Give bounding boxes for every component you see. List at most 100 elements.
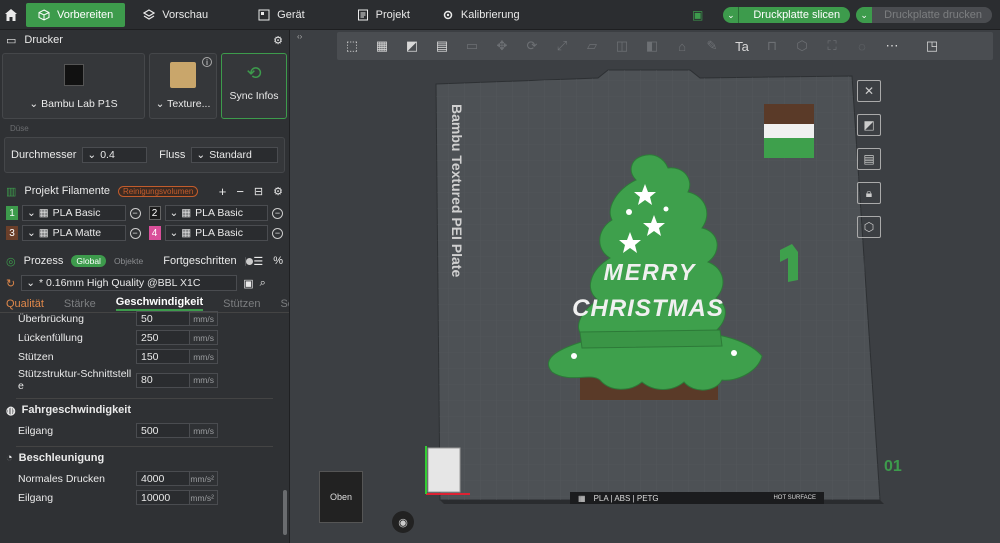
filament-number[interactable]: 3 [6, 226, 18, 240]
plate-layout-icon[interactable]: ▣ [692, 8, 703, 22]
remove-circle-icon[interactable]: − [129, 207, 141, 219]
scale-icon[interactable]: ⤢ [551, 36, 573, 56]
remove-circle-icon[interactable]: − [272, 207, 283, 219]
param-input[interactable]: 50 [136, 311, 190, 326]
tab-projekt[interactable]: Projekt [345, 3, 422, 27]
flag-object [764, 104, 814, 124]
variable-layer-icon[interactable]: ⛶ [821, 36, 843, 56]
camera-button[interactable]: ◉ [392, 511, 414, 533]
chevron-down-icon[interactable]: ⌄ [723, 7, 740, 23]
filament-select[interactable]: ⌄ ▦ PLA Basic [164, 225, 268, 241]
view-cube[interactable]: Oben [319, 471, 363, 523]
arrange-icon[interactable]: ▤ [431, 36, 453, 56]
tab-stuetzen[interactable]: Stützen [223, 298, 260, 310]
filament-select[interactable]: ⌄ ▦ PLA Basic [164, 205, 268, 221]
printer-section-header: ▭ Drucker ⚙ [0, 30, 289, 50]
param-unit: mm/s [190, 423, 218, 438]
print-button[interactable]: ⌄ Druckplatte drucken [856, 7, 992, 23]
tab-sonstige[interactable]: Sonstige [280, 298, 289, 310]
filament-number[interactable]: 2 [148, 206, 161, 220]
support-paint-icon[interactable]: ⌂ [671, 36, 693, 56]
tab-vorbereiten[interactable]: Vorbereiten [26, 2, 126, 27]
cube-icon [38, 8, 50, 21]
plate-settings-icon[interactable]: ⬡ [857, 216, 881, 238]
settings-icon[interactable]: ⚙ [273, 34, 283, 47]
purge-volume-badge[interactable]: Reinigungsvolumen [118, 185, 199, 197]
param-input[interactable]: 500 [136, 423, 190, 438]
plate-number[interactable]: 01 [884, 458, 902, 476]
rotate-icon[interactable]: ⟳ [521, 36, 543, 56]
chevron-down-icon[interactable]: ⌄ [856, 7, 873, 23]
profile-select[interactable]: ⌄ * 0.16mm High Quality @BBL X1C [21, 275, 238, 291]
param-input[interactable]: 4000 [136, 471, 190, 486]
save-icon[interactable]: ▣ [243, 277, 253, 290]
tab-staerke[interactable]: Stärke [64, 298, 96, 310]
filament-item: 3 ⌄ ▦ PLA Matte − [6, 225, 141, 241]
filament-number[interactable]: 4 [148, 226, 161, 240]
sync-icon: ⟲ [246, 62, 262, 83]
flow-select[interactable]: ⌄ Standard [191, 147, 278, 163]
text-icon[interactable]: Ta [731, 36, 753, 56]
search-icon[interactable]: ⌕ [260, 277, 266, 290]
cut-icon[interactable]: ◫ [611, 36, 633, 56]
plate-name: ⌄ Texture... [155, 98, 211, 110]
tab-geschwindigkeit[interactable]: Geschwindigkeit [115, 296, 204, 311]
remove-circle-icon[interactable]: − [129, 227, 141, 239]
close-icon[interactable]: ✕ [857, 80, 881, 102]
sync-filament-icon[interactable]: ⊟ [254, 185, 263, 198]
advanced-switch[interactable] [244, 256, 251, 266]
measure-icon[interactable]: ⊓ [761, 36, 783, 56]
tab-vorschau[interactable]: Vorschau [131, 3, 220, 27]
lock-icon[interactable]: 🔒︎ [857, 182, 881, 204]
assembly-icon[interactable]: ⬡ [791, 36, 813, 56]
view-cube-label: Oben [329, 492, 353, 502]
mesh-boolean-icon[interactable]: ◧ [641, 36, 663, 56]
objects-toggle[interactable]: Objekte [114, 256, 143, 266]
percent-icon[interactable]: % [273, 255, 283, 267]
slice-label: Druckplatte slicen [753, 9, 841, 21]
brim-icon[interactable]: ◌ [851, 36, 873, 56]
add-icon[interactable]: + [219, 184, 227, 199]
param-unit: mm/s [190, 330, 218, 345]
param-input[interactable]: 150 [136, 349, 190, 364]
list-icon[interactable]: ☰ [253, 255, 263, 268]
settings-icon[interactable]: ⚙ [273, 185, 283, 198]
sync-label: Sync Infos [229, 89, 279, 102]
remove-circle-icon[interactable]: − [272, 227, 283, 239]
param-row: Eilgang 10000 mm/s² [0, 488, 289, 507]
split-icon[interactable]: ▭ [461, 36, 483, 56]
diameter-select[interactable]: ⌄ 0.4 [82, 147, 148, 163]
auto-orient-plate-icon[interactable]: ◩ [857, 114, 881, 136]
filament-number[interactable]: 1 [6, 206, 18, 220]
tab-geraet[interactable]: Gerät [246, 3, 317, 27]
collapse-sidebar-icon[interactable]: ‹› [297, 32, 302, 41]
tab-qualitaet[interactable]: Qualität [6, 298, 44, 310]
slice-button[interactable]: ⌄ Druckplatte slicen [723, 7, 851, 23]
info-icon[interactable]: i [202, 57, 212, 67]
filament-select[interactable]: ⌄ ▦ PLA Matte [22, 225, 126, 241]
filament-select[interactable]: ⌄ ▦ PLA Basic [22, 205, 126, 221]
seam-paint-icon[interactable]: ✎ [701, 36, 723, 56]
section-title: Prozess [23, 255, 64, 267]
param-input[interactable]: 10000 [136, 490, 190, 505]
add-object-icon[interactable]: ⬚ [341, 36, 363, 56]
sidebar-scrollbar[interactable] [283, 490, 287, 535]
param-input[interactable]: 250 [136, 330, 190, 345]
sync-button[interactable]: ⟲ Sync Infos [221, 53, 287, 119]
more-icon[interactable]: ⋯ [881, 36, 903, 56]
home-button[interactable] [0, 0, 22, 30]
param-input[interactable]: 80 [136, 372, 190, 388]
arrange-plate-icon[interactable]: ▤ [857, 148, 881, 170]
global-toggle[interactable]: Global [71, 255, 106, 267]
auto-orient-icon[interactable]: ◩ [401, 36, 423, 56]
plate-select-card[interactable]: i ⌄ Texture... [149, 53, 217, 119]
remove-icon[interactable]: − [236, 184, 244, 199]
move-icon[interactable]: ✥ [491, 36, 513, 56]
grid-icon[interactable]: ▦ [371, 36, 393, 56]
tab-kalibrierung[interactable]: Kalibrierung [430, 3, 532, 27]
advanced-tools-icon[interactable]: ◳ [921, 36, 943, 56]
speed-icon: ◍ [6, 404, 16, 417]
printer-select-card[interactable]: ⌄ Bambu Lab P1S [2, 53, 145, 119]
reset-icon[interactable]: ↻ [6, 277, 15, 290]
lay-flat-icon[interactable]: ▱ [581, 36, 603, 56]
